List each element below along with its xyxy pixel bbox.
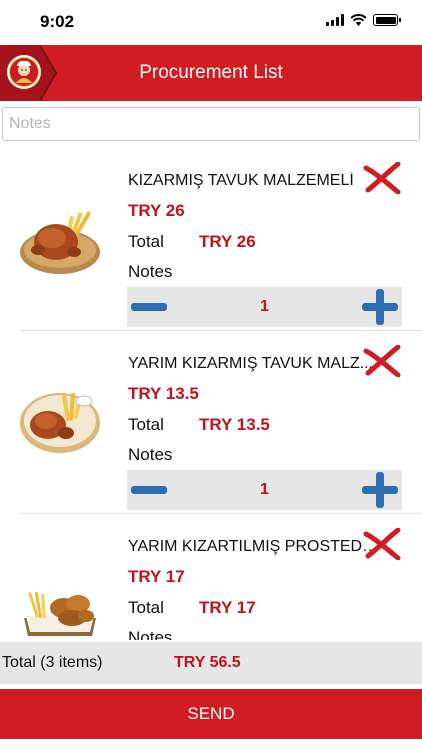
item-notes-label[interactable]: Notes [128,262,172,282]
list-item: YARIM KIZARTILMIŞ PROSTED T... TRY 17 To… [0,514,422,640]
item-total-value: TRY 13.5 [199,415,270,434]
wifi-icon [350,14,367,26]
quantity-stepper: 1 [127,470,402,510]
signal-icon [326,14,344,26]
status-icons [326,14,401,26]
plus-icon[interactable] [362,289,398,325]
status-time: 9:02 [40,12,75,31]
item-price: TRY 13.5 [128,384,199,403]
item-total-label: Total [128,415,164,434]
plus-icon[interactable] [362,472,398,508]
remove-item-button[interactable] [362,344,402,378]
remove-item-button[interactable] [362,527,402,561]
item-total-label: Total [128,232,164,251]
product-image-roast-chicken [20,211,100,274]
item-total-value: TRY 17 [199,598,256,617]
item-name: YARIM KIZARMIŞ TAVUK MALZ... [128,355,374,372]
item-total-value: TRY 26 [199,232,256,251]
item-notes-label[interactable]: Notes [128,628,172,640]
red-x-icon [363,344,401,378]
battery-icon [373,14,401,26]
item-notes-label[interactable]: Notes [128,445,172,465]
quantity-value: 1 [260,298,269,315]
red-x-icon [363,161,401,195]
item-name: KIZARMIŞ TAVUK MALZEMELİ [128,172,354,189]
list-item: YARIM KIZARMIŞ TAVUK MALZ... TRY 13.5 To… [0,331,422,514]
order-total-label: Total (3 items) [2,654,103,671]
screen: 9:02 Procurement List Notes KIZARMIŞ TAV… [0,0,422,750]
order-total-value: TRY 56.5 [174,654,241,671]
status-bar: 9:02 [0,0,422,44]
list-item: KIZARMIŞ TAVUK MALZEMELİ TRY 26 Total TR… [0,148,422,331]
product-image-fried-chicken [24,591,96,636]
product-image-half-chicken [20,392,100,453]
item-name: YARIM KIZARTILMIŞ PROSTED T... [128,538,380,555]
item-price: TRY 17 [128,567,185,586]
quantity-stepper: 1 [127,287,402,327]
page-title: Procurement List [139,62,283,83]
notes-input[interactable] [2,107,420,141]
item-price: TRY 26 [128,201,185,220]
total-bar: Total (3 items) TRY 56.5 [0,642,422,684]
quantity-value: 1 [260,481,269,498]
app-header: Procurement List [0,45,422,101]
remove-item-button[interactable] [362,161,402,195]
item-list[interactable]: KIZARMIŞ TAVUK MALZEMELİ TRY 26 Total TR… [0,148,422,640]
send-button[interactable]: SEND [0,689,422,739]
red-x-icon [363,527,401,561]
item-total-label: Total [128,598,164,617]
